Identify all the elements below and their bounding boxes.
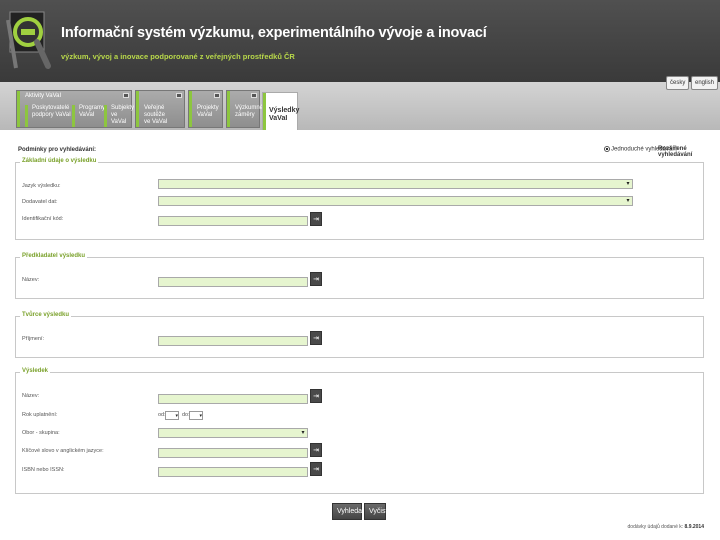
section-author: Tvůrce výsledku Příjmení: ⇥ <box>15 312 704 358</box>
picker-button[interactable]: ⇥ <box>310 272 322 286</box>
tab-accent <box>263 93 266 130</box>
tab-vyzkumne-zamery[interactable]: Výzkumné záměry <box>226 90 264 128</box>
tab-subjekty[interactable]: Subjekty ve VaVaI <box>104 105 134 127</box>
footer-date: 8.9.2014 <box>684 524 704 530</box>
magnifier-logo-icon <box>6 11 51 69</box>
tab-label-line: VaVaI <box>79 112 95 118</box>
tab-label-line: Výzkumné <box>235 105 264 111</box>
tab-label-line: Programy <box>79 105 106 111</box>
tab-label-line: Veřejné soutěže <box>144 105 166 118</box>
section-legend: Předkladatel výsledku <box>20 253 88 259</box>
keyword-input[interactable] <box>158 448 308 458</box>
field-label: Rok uplatnění: <box>22 412 58 418</box>
picker-button[interactable]: ⇥ <box>310 462 322 476</box>
language-select[interactable]: ▾ <box>158 179 633 189</box>
section-provider: Předkladatel výsledku Název: ⇥ <box>15 253 704 299</box>
year-to-select[interactable]: ▾ <box>189 411 203 420</box>
field-label: ISBN nebo ISSN: <box>22 467 65 473</box>
isbn-input[interactable] <box>158 467 308 477</box>
section-basic: Základní údaje o výsledku Jazyk výsledku… <box>15 158 704 240</box>
tab-vysledky[interactable]: Výsledky VaVaI <box>262 92 300 130</box>
mode-extended-label: Rozšířené vyhledávání <box>658 146 693 158</box>
tab-accent <box>17 91 20 127</box>
conditions-label: Podmínky pro vyhledávání: <box>18 147 97 153</box>
header-bar: Informační systém výzkumu, experimentáln… <box>0 0 720 82</box>
tab-label-line: podpory VaVaI <box>32 112 71 118</box>
tab-label-line: ve VaVaI <box>144 119 168 125</box>
footer-data-date: dodávky údajů dodané k: 8.9.2014 <box>628 524 704 530</box>
tab-label-line: Subjekty <box>111 105 135 111</box>
field-label: Identifikační kód: <box>22 216 64 222</box>
lang-en-button[interactable]: english <box>691 76 719 90</box>
lang-cz-button[interactable]: česky <box>666 76 690 90</box>
picker-button[interactable]: ⇥ <box>310 212 322 226</box>
tab-group-aktivity[interactable]: Aktivity VaVaI Poskytovatelé podpory VaV… <box>16 90 134 128</box>
result-name-input[interactable] <box>158 394 308 404</box>
section-legend: Základní údaje o výsledku <box>20 158 99 164</box>
field-label: Jazyk výsledku: <box>22 183 61 189</box>
section-legend: Výsledek <box>20 368 51 374</box>
tab-poskytovatele[interactable]: Poskytovatelé podpory VaVaI <box>25 105 71 127</box>
chevron-down-icon: ▾ <box>301 429 305 436</box>
delivery-select[interactable]: ▾ <box>158 196 633 206</box>
tab-label-line: Výsledky <box>269 107 300 114</box>
tab-accent <box>189 91 192 127</box>
clear-button[interactable]: Vyčistit <box>364 503 391 520</box>
field-group-select[interactable]: ▾ <box>158 428 308 438</box>
field-label: Obor - skupina: <box>22 430 60 436</box>
field-label: Příjmení: <box>22 336 45 342</box>
tab-label-line: Poskytovatelé <box>32 105 70 111</box>
tab-number-icon <box>123 93 129 98</box>
tab-label-line: záměry <box>235 112 255 118</box>
year-from-select[interactable]: ▾ <box>165 411 179 420</box>
field-label: Název: <box>22 277 40 283</box>
picker-button[interactable]: ⇥ <box>310 443 322 457</box>
section-legend: Tvůrce výsledku <box>20 312 72 318</box>
tab-number-icon <box>176 93 182 98</box>
footer-text: dodávky údajů dodané k: <box>627 524 684 530</box>
tab-label-line: VaVaI <box>197 112 213 118</box>
tab-number-icon <box>251 93 257 98</box>
chevron-down-icon: ▾ <box>199 413 202 419</box>
app-title: Informační systém výzkumu, experimentáln… <box>61 25 487 41</box>
tab-aktivity-label: Aktivity VaVaI <box>25 93 62 99</box>
tab-accent <box>227 91 230 127</box>
field-label: Dodavatel dat: <box>22 199 58 205</box>
author-surname-input[interactable] <box>158 336 308 346</box>
search-button[interactable]: Vyhledat <box>332 503 364 520</box>
field-label: Klíčové slovo v anglickém jazyce: <box>22 448 104 454</box>
tab-projekty[interactable]: Projekty VaVaI <box>188 90 223 128</box>
tab-verejne-souteze[interactable]: Veřejné soutěže ve VaVaI <box>135 90 185 128</box>
chevron-down-icon: ▾ <box>626 197 630 204</box>
mode-extended-radio[interactable]: Rozšířené vyhledávání <box>658 146 720 158</box>
tab-programy[interactable]: Programy VaVaI <box>72 105 105 127</box>
picker-button[interactable]: ⇥ <box>310 331 322 345</box>
tab-label-line: Projekty <box>197 105 219 111</box>
field-label: Název: <box>22 393 40 399</box>
app-subtitle: výzkum, vývoj a inovace podporované z ve… <box>61 52 295 61</box>
tab-number-icon <box>214 93 220 98</box>
provider-name-input[interactable] <box>158 277 308 287</box>
chevron-down-icon: ▾ <box>175 413 178 419</box>
picker-button[interactable]: ⇥ <box>310 389 322 403</box>
tab-label-line: VaVaI <box>269 115 288 122</box>
tab-label-line: ve VaVaI <box>111 112 127 125</box>
section-result: Výsledek Název: ⇥ Rok uplatnění: od: ▾ d… <box>15 368 704 494</box>
tab-accent <box>136 91 139 127</box>
chevron-down-icon: ▾ <box>626 180 630 187</box>
radio-icon[interactable] <box>604 146 610 152</box>
id-code-input[interactable] <box>158 216 308 226</box>
